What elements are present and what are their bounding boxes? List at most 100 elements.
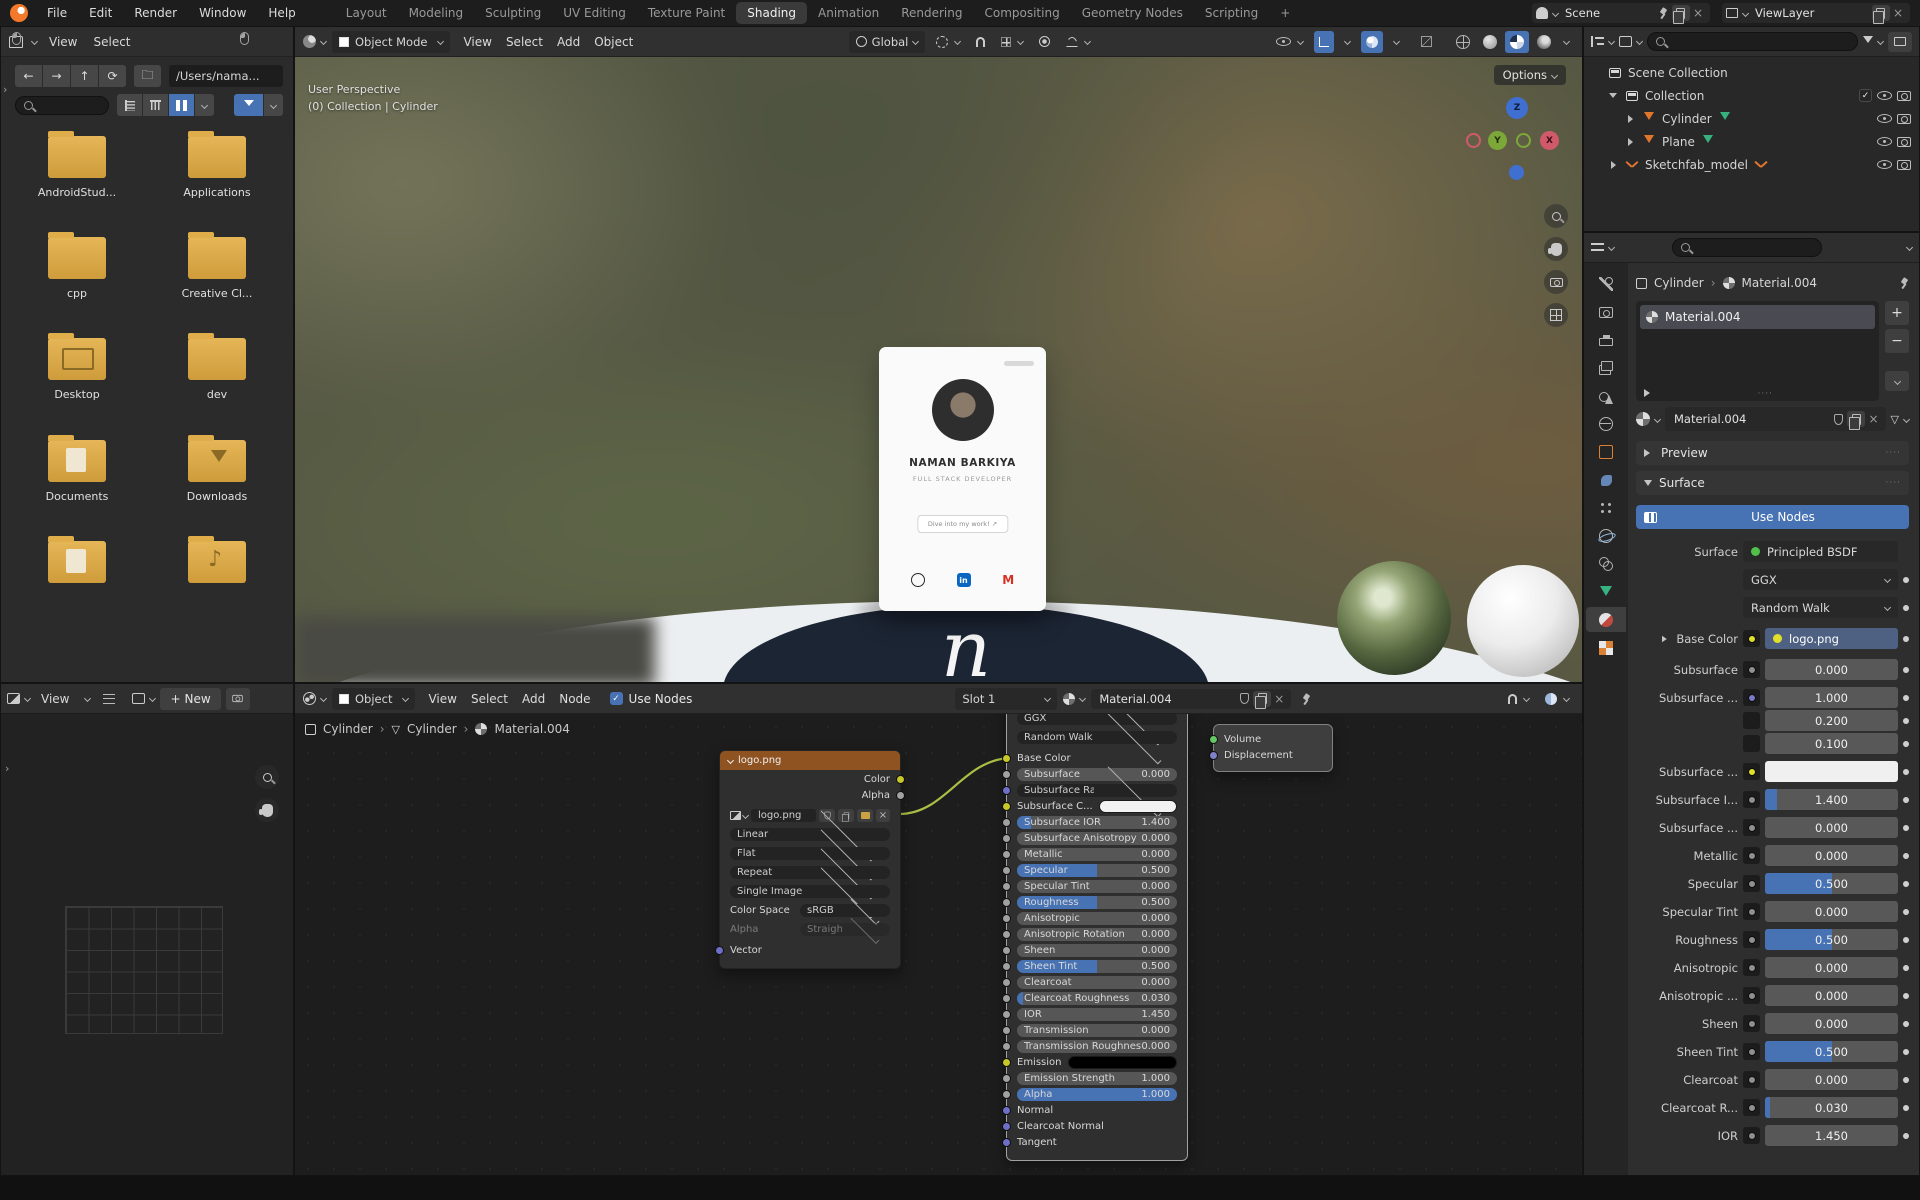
unlink-scene-button[interactable]: ×: [1690, 6, 1706, 20]
decorator-dot[interactable]: [1903, 796, 1909, 803]
workspace-tab[interactable]: Compositing: [973, 0, 1070, 26]
breadcrumb-object[interactable]: Cylinder: [1654, 276, 1704, 290]
decorator-dot[interactable]: [1903, 1076, 1909, 1083]
properties-tab[interactable]: [1586, 355, 1626, 380]
refresh-button[interactable]: ⟳: [99, 65, 126, 87]
outliner-type-dropdown[interactable]: [1591, 36, 1616, 47]
link-object-data-dropdown[interactable]: ▽: [1891, 413, 1911, 426]
hide-eye-toggle[interactable]: [1877, 91, 1892, 100]
image-unlink-button[interactable]: ×: [876, 809, 890, 822]
value-slider[interactable]: Subsurface IOR 1.400: [1017, 816, 1177, 829]
use-nodes-checkbox[interactable]: ✓ Use Nodes: [609, 692, 692, 706]
shader-editor-menu-item[interactable]: View: [421, 692, 463, 706]
decorator-dot[interactable]: [1903, 936, 1909, 943]
scene-selector[interactable]: Scene ×: [1532, 3, 1710, 24]
input-socket[interactable]: [1002, 1026, 1011, 1035]
expand-icon[interactable]: [1662, 635, 1670, 642]
panel-grip[interactable]: ····: [1886, 478, 1901, 488]
properties-tab[interactable]: [1586, 383, 1626, 408]
shader-editor-menu-item[interactable]: Select: [464, 692, 515, 706]
bsdf-input-row[interactable]: Sheen Tint Sheen Tint0.500 Sheen Tint Sh…: [1002, 960, 1177, 973]
input-socket-chip[interactable]: [1743, 1127, 1760, 1144]
workspace-tab[interactable]: +: [1269, 0, 1301, 26]
topbar-menu-item[interactable]: Edit: [78, 0, 123, 26]
bsdf-input-row[interactable]: Normal Normal Normal Normal: [1002, 1104, 1177, 1117]
render-visibility-toggle[interactable]: [1897, 90, 1911, 101]
value-slider[interactable]: Specular 0.500: [1017, 864, 1177, 877]
input-socket-chip[interactable]: [1743, 959, 1760, 976]
topbar-menu-item[interactable]: File: [36, 0, 78, 26]
menu-hamburger-icon[interactable]: [103, 693, 116, 704]
workspace-tab[interactable]: UV Editing: [552, 0, 637, 26]
input-socket-chip[interactable]: [1743, 903, 1760, 920]
property-slider[interactable]: 0.000: [1765, 985, 1898, 1006]
properties-tab[interactable]: [1586, 299, 1626, 324]
input-socket[interactable]: [1002, 898, 1011, 907]
input-socket[interactable]: [1002, 1010, 1011, 1019]
decorator-dot[interactable]: [1903, 824, 1909, 831]
wireframe-shading-button[interactable]: [1451, 31, 1475, 53]
color-swatch[interactable]: [1765, 761, 1898, 782]
properties-tab[interactable]: [1586, 271, 1626, 296]
collection-checkbox[interactable]: ✓: [1859, 89, 1872, 102]
property-slider[interactable]: 0.100: [1765, 733, 1898, 754]
workspace-tab[interactable]: Animation: [807, 0, 890, 26]
input-socket-chip[interactable]: [1743, 735, 1760, 752]
image-browse-dropdown[interactable]: [132, 693, 157, 704]
expand-toggle[interactable]: [1607, 160, 1619, 169]
bsdf-input-row[interactable]: Specular Tint Specular Tint0.000 Specula…: [1002, 880, 1177, 893]
workspace-tab[interactable]: Geometry Nodes: [1071, 0, 1194, 26]
input-socket[interactable]: [1002, 978, 1011, 987]
zoom-tool-button[interactable]: [255, 765, 279, 789]
material-name-field[interactable]: Material.004: [1669, 412, 1829, 426]
pan-tool-button[interactable]: [1544, 237, 1568, 261]
item-label[interactable]: Collection: [1645, 89, 1704, 103]
item-label[interactable]: Plane: [1662, 135, 1695, 149]
slot-list-expand-icon[interactable]: [1644, 389, 1654, 397]
input-socket-chip[interactable]: [1743, 931, 1760, 948]
slot-dropdown[interactable]: Slot 1: [955, 687, 1058, 710]
input-socket[interactable]: [1002, 962, 1011, 971]
principled-bsdf-node[interactable]: GGX Random Walk Base Color Base Color Ba…: [1002, 714, 1188, 1161]
new-scene-button[interactable]: [1671, 5, 1690, 24]
folder-tile[interactable]: Creative Cl...: [147, 231, 287, 310]
shader-editor-menu-item[interactable]: Add: [515, 692, 552, 706]
outliner-filter-dropdown[interactable]: [1863, 35, 1885, 48]
hide-eye-toggle[interactable]: [1877, 114, 1892, 123]
property-slider[interactable]: 1.000: [1765, 687, 1898, 708]
bsdf-distribution-dropdown[interactable]: GGX: [1017, 714, 1177, 746]
folder-tile[interactable]: Desktop: [7, 332, 147, 411]
blender-logo-icon[interactable]: [10, 4, 28, 22]
input-socket[interactable]: [1002, 946, 1011, 955]
input-socket-chip[interactable]: [1743, 630, 1760, 647]
outliner-display-mode-dropdown[interactable]: [1619, 36, 1644, 47]
value-slider[interactable]: Transmission Roughness 0.000: [1017, 1040, 1177, 1053]
bsdf-input-row[interactable]: Subsurface Subsurface0.000 Subsurface Su…: [1002, 768, 1177, 781]
axis-neg-x-ball[interactable]: [1466, 133, 1481, 148]
viewport-scene[interactable]: n NAMAN BARKIYA FULL STACK DEVELOPER Div…: [295, 57, 1582, 682]
color-space-dropdown[interactable]: sRGB: [800, 896, 890, 925]
viewport-menu-item[interactable]: Select: [499, 35, 550, 49]
workspace-tab[interactable]: Shading: [736, 2, 807, 24]
value-slider[interactable]: Sheen Tint 0.500: [1017, 960, 1177, 973]
topbar-menu-item[interactable]: Render: [123, 0, 188, 26]
file-browser-menu-item[interactable]: Select: [85, 35, 138, 49]
value-slider[interactable]: Sheen 0.000: [1017, 944, 1177, 957]
expand-toggle[interactable]: [1624, 137, 1636, 146]
render-visibility-toggle[interactable]: [1897, 159, 1911, 170]
property-slider[interactable]: 0.200: [1765, 710, 1898, 731]
material-preview-button[interactable]: [1505, 30, 1529, 53]
decorator-dot[interactable]: [1903, 992, 1909, 999]
bsdf-input-row[interactable]: Specular Specular0.500 Specular Specular: [1002, 864, 1177, 877]
folder-tile[interactable]: Downloads: [147, 434, 287, 513]
alpha-output-socket[interactable]: [896, 791, 905, 800]
bsdf-input-row[interactable]: Subsurface IOR Subsurface IOR1.400 Subsu…: [1002, 816, 1177, 829]
property-slider[interactable]: [1765, 761, 1898, 782]
viewport-menu-item[interactable]: Add: [550, 35, 587, 49]
value-slider[interactable]: Subsurface 0.000: [1017, 768, 1177, 781]
image-editor-type-dropdown[interactable]: [7, 693, 32, 704]
property-slider[interactable]: 0.000: [1765, 901, 1898, 922]
pin-material-button[interactable]: [1297, 691, 1315, 707]
input-socket-chip[interactable]: [1743, 689, 1760, 706]
new-image-button[interactable]: + New: [160, 687, 221, 710]
